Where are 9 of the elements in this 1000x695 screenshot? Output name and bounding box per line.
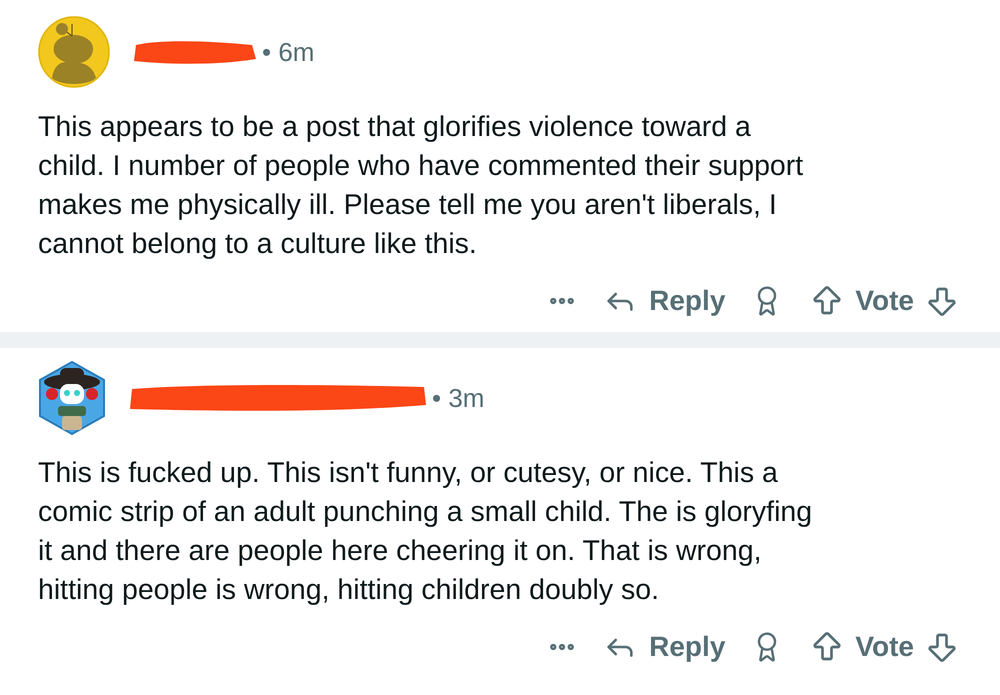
comment-time: • 6m xyxy=(262,36,314,68)
reply-button[interactable]: Reply xyxy=(603,626,726,668)
vote-label: Vote xyxy=(855,630,914,664)
comment-body: This appears to be a post that glorifies violence toward a child. I number of people who have commented their support makes me physically ill. Please tell me you aren't liberals, I cannot belong to a culture like this. xyxy=(38,110,804,262)
avatar-icon[interactable] xyxy=(38,360,106,436)
vote-label: Vote xyxy=(855,284,914,318)
comment-body: This is fucked up. This isn't funny, or cutesy, or nice. This a comic strip of an adult punching a small child. The is gloryfing it and there are people here cheering it on. That is wrong, hitting people is wrong, hitting children doubly so. xyxy=(38,456,814,608)
reply-button[interactable]: Reply xyxy=(603,280,726,322)
comment-time: • 3m xyxy=(432,382,484,414)
